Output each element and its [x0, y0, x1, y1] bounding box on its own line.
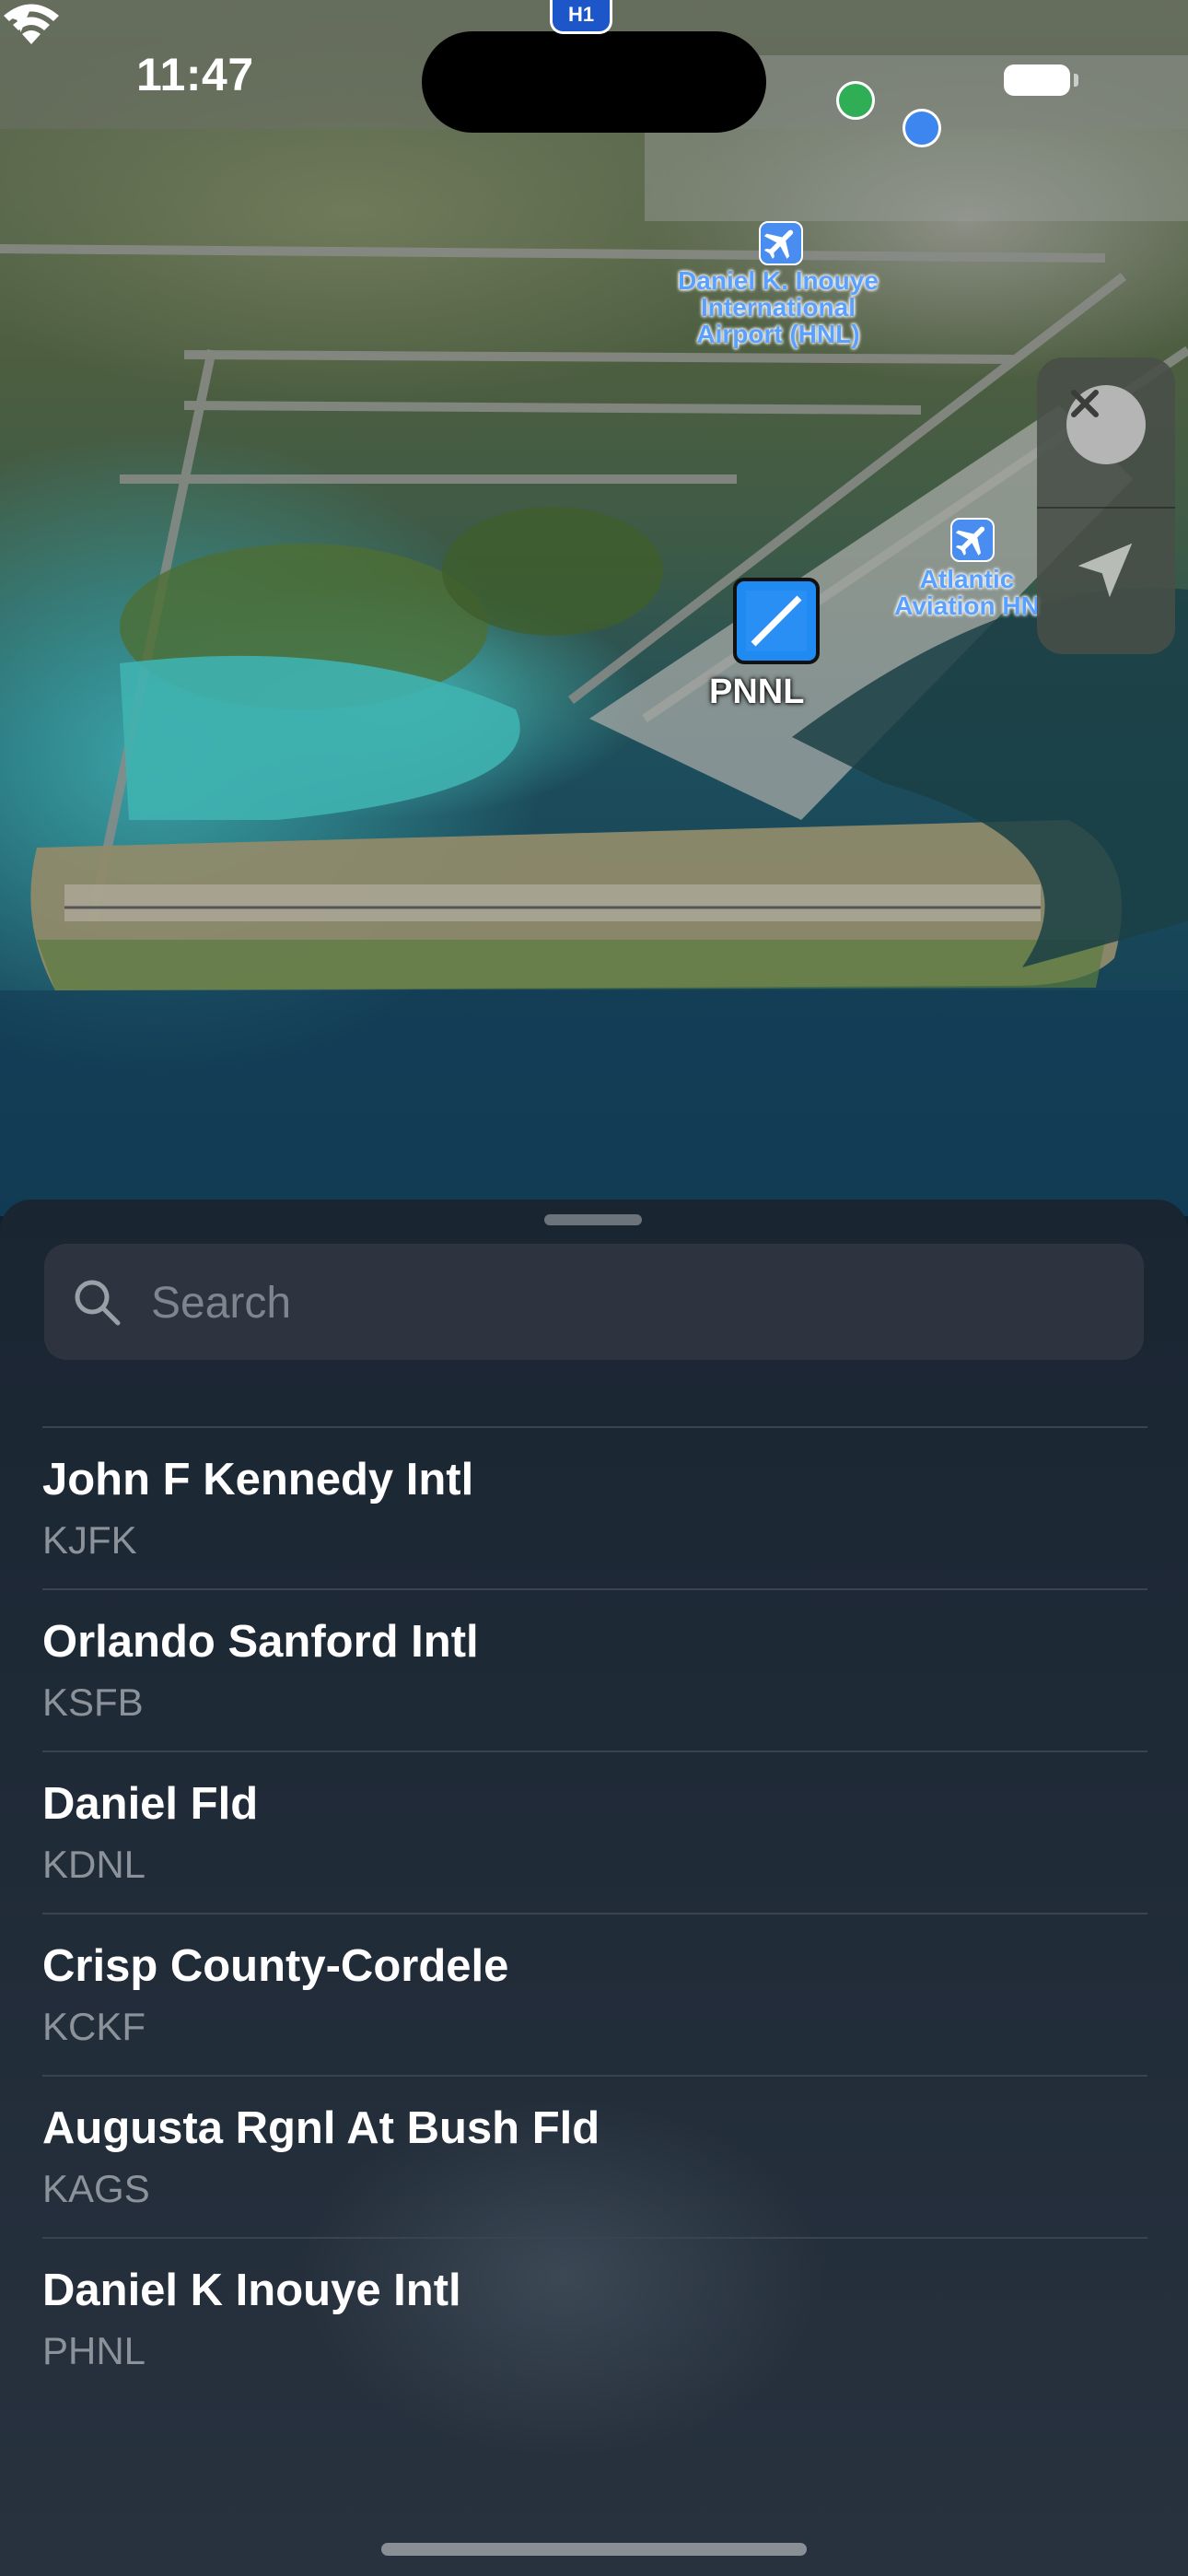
- dynamic-island: [422, 31, 766, 133]
- airport-name: Orlando Sanford Intl: [42, 1617, 479, 1667]
- list-item[interactable]: Daniel K Inouye Intl PHNL: [42, 2237, 1147, 2397]
- wifi-icon: [4, 4, 59, 44]
- airport-code: KSFB: [42, 1680, 144, 1724]
- fbo-icon[interactable]: [950, 518, 995, 562]
- atlantic-label-line-2: Aviation HN: [894, 591, 1040, 620]
- airport-map-label[interactable]: Daniel K. Inouye International Airport (…: [645, 267, 912, 347]
- airport-results-list: John F Kennedy Intl KJFK Orlando Sanford…: [42, 1426, 1147, 2399]
- atlantic-aviation-label[interactable]: Atlantic Aviation HN: [875, 566, 1059, 619]
- gas-station-icon[interactable]: [903, 109, 941, 147]
- airport-label-line-1: Daniel K. Inouye: [678, 266, 879, 295]
- list-item[interactable]: Daniel Fld KDNL: [42, 1751, 1147, 1911]
- home-indicator[interactable]: [381, 2543, 807, 2556]
- search-sheet: John F Kennedy Intl KJFK Orlando Sanford…: [0, 1200, 1188, 2576]
- list-item[interactable]: Crisp County-Cordele KCKF: [42, 1913, 1147, 2073]
- close-icon: [1071, 390, 1099, 417]
- airport-symbol-icon: [746, 591, 807, 651]
- search-input[interactable]: [149, 1266, 1129, 1340]
- airport-code: KJFK: [42, 1518, 137, 1562]
- selected-airport-label: PNNL: [709, 673, 805, 711]
- airport-code: KAGS: [42, 2167, 150, 2210]
- airport-name: Daniel Fld: [42, 1779, 259, 1829]
- airport-label-line-3: Airport (HNL): [696, 320, 860, 348]
- airport-code: KCKF: [42, 2005, 146, 2048]
- airport-code: PHNL: [42, 2329, 146, 2372]
- ev-charger-icon[interactable]: [836, 81, 875, 120]
- status-time: 11:47: [136, 49, 254, 100]
- close-button[interactable]: [1066, 385, 1146, 464]
- airport-name: Daniel K Inouye Intl: [42, 2266, 461, 2315]
- airport-name: Augusta Rgnl At Bush Fld: [42, 2103, 600, 2153]
- map-controls: [1037, 357, 1175, 654]
- search-icon: [75, 1280, 121, 1326]
- controls-divider: [1037, 507, 1175, 509]
- airport-name: John F Kennedy Intl: [42, 1455, 474, 1505]
- airport-label-line-2: International: [700, 293, 856, 322]
- satellite-map[interactable]: 11:47 H1 Daniel K. Inouye International …: [0, 0, 1188, 1216]
- search-bar[interactable]: [44, 1244, 1144, 1360]
- location-arrow-icon: [1077, 543, 1133, 598]
- recenter-location-button[interactable]: [1069, 534, 1143, 626]
- airport-icon[interactable]: [759, 221, 803, 265]
- list-item[interactable]: John F Kennedy Intl KJFK: [42, 1426, 1147, 1587]
- battery-icon: [1004, 64, 1070, 96]
- highway-shield: H1: [550, 0, 612, 34]
- selected-airport-marker[interactable]: [733, 578, 820, 664]
- battery-cap: [1074, 74, 1078, 87]
- sheet-grabber[interactable]: [544, 1214, 642, 1225]
- airport-name: Crisp County-Cordele: [42, 1941, 509, 1991]
- list-item[interactable]: Orlando Sanford Intl KSFB: [42, 1588, 1147, 1749]
- list-item[interactable]: Augusta Rgnl At Bush Fld KAGS: [42, 2075, 1147, 2235]
- airport-code: KDNL: [42, 1843, 146, 1886]
- atlantic-label-line-1: Atlantic: [919, 565, 1015, 593]
